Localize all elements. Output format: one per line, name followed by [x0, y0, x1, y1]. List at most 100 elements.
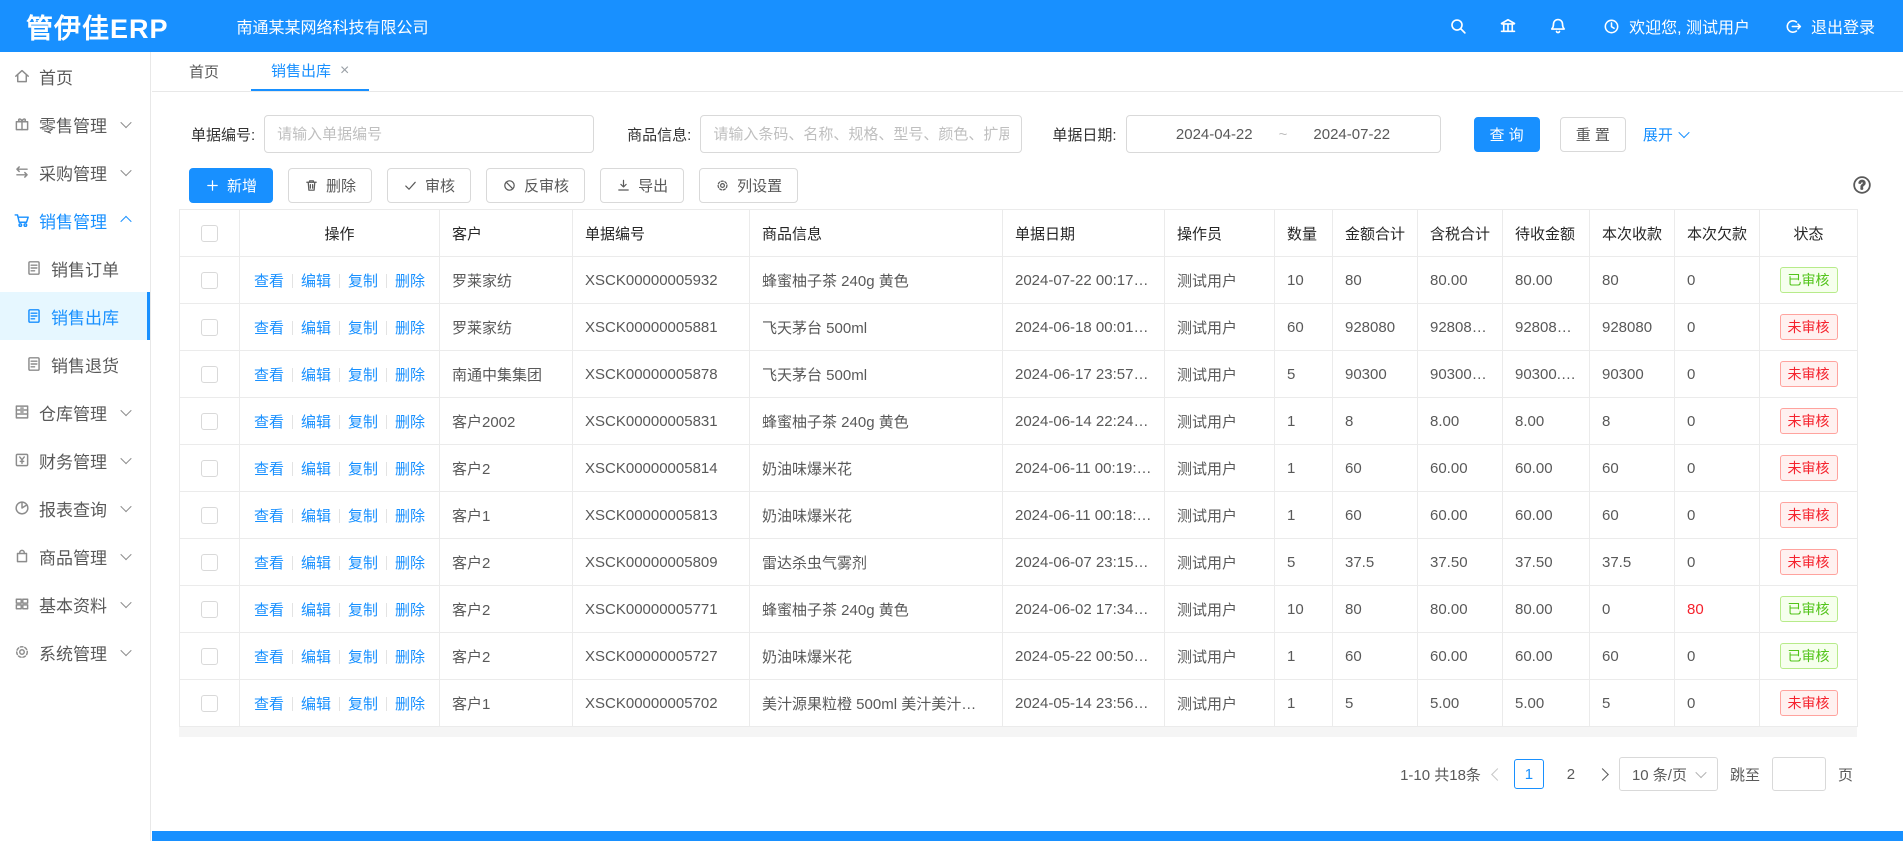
- expand-link[interactable]: 展开: [1643, 124, 1688, 145]
- delete-link[interactable]: 删除: [395, 649, 425, 666]
- sidebar-item-basic-data[interactable]: 基本资料: [0, 580, 150, 628]
- edit-link[interactable]: 编辑: [301, 555, 331, 572]
- delete-link[interactable]: 删除: [395, 602, 425, 619]
- sidebar-item-warehouse[interactable]: 仓库管理: [0, 388, 150, 436]
- delete-link[interactable]: 删除: [395, 273, 425, 290]
- view-link[interactable]: 查看: [254, 508, 284, 525]
- date-range-picker[interactable]: 2024-04-22 ~ 2024-07-22: [1126, 115, 1441, 153]
- copy-link[interactable]: 复制: [348, 273, 378, 290]
- help-icon[interactable]: [1851, 174, 1873, 196]
- row-checkbox[interactable]: [201, 366, 218, 383]
- add-button[interactable]: 新增: [189, 168, 273, 203]
- sidebar-item-system[interactable]: 系统管理: [0, 628, 150, 676]
- copy-link[interactable]: 复制: [348, 696, 378, 713]
- search-button[interactable]: 查 询: [1474, 117, 1540, 152]
- copy-link[interactable]: 复制: [348, 555, 378, 572]
- page-2-button[interactable]: 2: [1556, 759, 1586, 789]
- row-checkbox[interactable]: [201, 413, 218, 430]
- view-link[interactable]: 查看: [254, 649, 284, 666]
- edit-link[interactable]: 编辑: [301, 602, 331, 619]
- export-button[interactable]: 导出: [600, 168, 684, 203]
- bell-icon[interactable]: [1548, 16, 1568, 36]
- audit-button[interactable]: 审核: [387, 168, 471, 203]
- prev-page-icon[interactable]: [1491, 768, 1504, 781]
- delete-link[interactable]: 删除: [395, 414, 425, 431]
- date-start[interactable]: 2024-04-22: [1176, 126, 1253, 143]
- delete-link[interactable]: 删除: [395, 320, 425, 337]
- sidebar-item-sales-outbound[interactable]: 销售出库: [0, 292, 150, 340]
- row-checkbox[interactable]: [201, 272, 218, 289]
- row-checkbox[interactable]: [201, 554, 218, 571]
- view-link[interactable]: 查看: [254, 414, 284, 431]
- user-welcome[interactable]: 欢迎您, 测试用户: [1602, 14, 1750, 38]
- select-all-checkbox[interactable]: [201, 225, 218, 242]
- bank-icon[interactable]: [1498, 16, 1518, 36]
- cell-owed: 0: [1675, 304, 1760, 351]
- copy-link[interactable]: 复制: [348, 367, 378, 384]
- cell-qty: 10: [1275, 586, 1333, 633]
- view-link[interactable]: 查看: [254, 320, 284, 337]
- jump-page-input[interactable]: [1772, 757, 1826, 791]
- order-no-input[interactable]: [264, 115, 594, 153]
- view-link[interactable]: 查看: [254, 555, 284, 572]
- row-checkbox[interactable]: [201, 319, 218, 336]
- logout-button[interactable]: 退出登录: [1784, 14, 1875, 38]
- copy-link[interactable]: 复制: [348, 649, 378, 666]
- sidebar-item-sales-order[interactable]: 销售订单: [0, 244, 150, 292]
- search-icon[interactable]: [1448, 16, 1468, 36]
- tab-home[interactable]: 首页: [169, 52, 239, 91]
- delete-button[interactable]: 删除: [288, 168, 372, 203]
- table-scrollbar-track[interactable]: [179, 727, 1857, 737]
- edit-link[interactable]: 编辑: [301, 649, 331, 666]
- view-link[interactable]: 查看: [254, 273, 284, 290]
- copy-link[interactable]: 复制: [348, 461, 378, 478]
- tab-sales-outbound[interactable]: 销售出库 ×: [251, 52, 369, 91]
- sidebar-item-reports[interactable]: 报表查询: [0, 484, 150, 532]
- cell-qty: 5: [1275, 539, 1333, 586]
- ban-icon: [502, 178, 517, 193]
- edit-link[interactable]: 编辑: [301, 320, 331, 337]
- edit-link[interactable]: 编辑: [301, 414, 331, 431]
- copy-link[interactable]: 复制: [348, 320, 378, 337]
- edit-link[interactable]: 编辑: [301, 367, 331, 384]
- view-link[interactable]: 查看: [254, 696, 284, 713]
- next-page-icon[interactable]: [1596, 768, 1609, 781]
- row-checkbox[interactable]: [201, 460, 218, 477]
- row-checkbox[interactable]: [201, 507, 218, 524]
- cell-order-no: XSCK00000005727: [573, 633, 750, 680]
- edit-link[interactable]: 编辑: [301, 273, 331, 290]
- close-icon[interactable]: ×: [340, 63, 349, 79]
- sidebar-item-purchase[interactable]: 采购管理: [0, 148, 150, 196]
- page-1-button[interactable]: 1: [1514, 759, 1544, 789]
- delete-link[interactable]: 删除: [395, 555, 425, 572]
- row-checkbox[interactable]: [201, 695, 218, 712]
- sidebar-item-home[interactable]: 首页: [0, 52, 150, 100]
- product-info-input[interactable]: [700, 115, 1022, 153]
- delete-link[interactable]: 删除: [395, 367, 425, 384]
- page-size-select[interactable]: 10 条/页: [1619, 757, 1718, 791]
- delete-link[interactable]: 删除: [395, 461, 425, 478]
- copy-link[interactable]: 复制: [348, 602, 378, 619]
- copy-link[interactable]: 复制: [348, 508, 378, 525]
- row-checkbox[interactable]: [201, 648, 218, 665]
- delete-link[interactable]: 删除: [395, 696, 425, 713]
- sidebar-item-sales[interactable]: 销售管理: [0, 196, 150, 244]
- delete-link[interactable]: 删除: [395, 508, 425, 525]
- sidebar-item-retail[interactable]: 零售管理: [0, 100, 150, 148]
- edit-link[interactable]: 编辑: [301, 696, 331, 713]
- sidebar-item-products[interactable]: 商品管理: [0, 532, 150, 580]
- edit-link[interactable]: 编辑: [301, 461, 331, 478]
- view-link[interactable]: 查看: [254, 602, 284, 619]
- date-end[interactable]: 2024-07-22: [1313, 126, 1390, 143]
- unaudit-button[interactable]: 反审核: [486, 168, 585, 203]
- sidebar-item-sales-return[interactable]: 销售退货: [0, 340, 150, 388]
- cell-operator: 测试用户: [1165, 445, 1275, 492]
- column-settings-button[interactable]: 列设置: [699, 168, 798, 203]
- row-checkbox[interactable]: [201, 601, 218, 618]
- copy-link[interactable]: 复制: [348, 414, 378, 431]
- sidebar-item-finance[interactable]: 财务管理: [0, 436, 150, 484]
- reset-button[interactable]: 重 置: [1560, 117, 1626, 152]
- view-link[interactable]: 查看: [254, 367, 284, 384]
- view-link[interactable]: 查看: [254, 461, 284, 478]
- edit-link[interactable]: 编辑: [301, 508, 331, 525]
